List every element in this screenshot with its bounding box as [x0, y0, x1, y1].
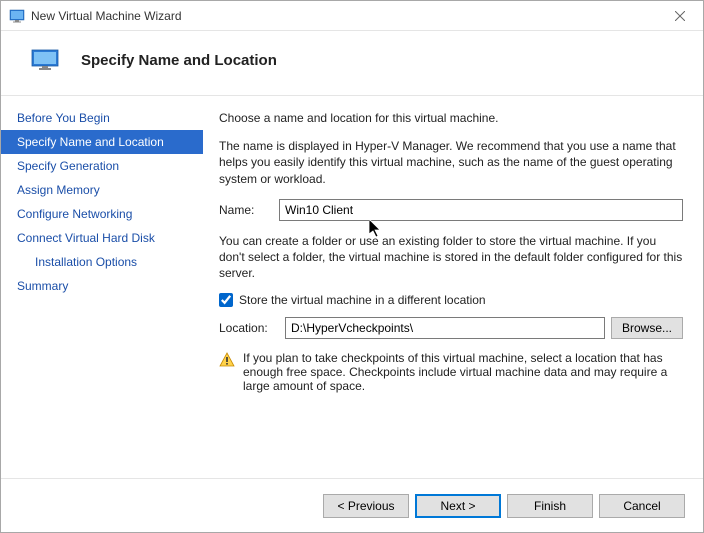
titlebar: New Virtual Machine Wizard [1, 1, 703, 31]
store-checkbox-row: Store the virtual machine in a different… [219, 293, 683, 307]
wizard-steps-sidebar: Before You Begin Specify Name and Locati… [1, 96, 203, 478]
location-row: Location: Browse... [219, 317, 683, 339]
finish-button[interactable]: Finish [507, 494, 593, 518]
warning-row: If you plan to take checkpoints of this … [219, 351, 683, 393]
app-icon [9, 8, 25, 24]
vm-icon [31, 49, 59, 71]
warning-icon [219, 352, 235, 368]
step-summary[interactable]: Summary [1, 274, 203, 298]
close-icon [675, 11, 685, 21]
intro-text: Choose a name and location for this virt… [219, 110, 683, 126]
main-panel: Choose a name and location for this virt… [203, 96, 703, 478]
name-label: Name: [219, 203, 279, 217]
step-configure-networking[interactable]: Configure Networking [1, 202, 203, 226]
location-label: Location: [219, 321, 279, 335]
step-connect-vhd[interactable]: Connect Virtual Hard Disk [1, 226, 203, 250]
page-title: Specify Name and Location [81, 52, 277, 69]
step-installation-options[interactable]: Installation Options [1, 250, 203, 274]
window-title: New Virtual Machine Wizard [31, 9, 657, 23]
warning-text: If you plan to take checkpoints of this … [243, 351, 683, 393]
next-button[interactable]: Next > [415, 494, 501, 518]
previous-button[interactable]: < Previous [323, 494, 409, 518]
step-specify-name-location[interactable]: Specify Name and Location [1, 130, 203, 154]
wizard-window: New Virtual Machine Wizard Specify Name … [0, 0, 704, 533]
folder-hint-text: You can create a folder or use an existi… [219, 233, 683, 282]
name-input[interactable] [279, 199, 683, 221]
store-checkbox-label: Store the virtual machine in a different… [239, 293, 486, 307]
wizard-header: Specify Name and Location [1, 31, 703, 95]
name-row: Name: [219, 199, 683, 221]
name-hint-text: The name is displayed in Hyper-V Manager… [219, 138, 683, 187]
close-button[interactable] [657, 1, 703, 31]
wizard-footer: < Previous Next > Finish Cancel [1, 478, 703, 532]
step-specify-generation[interactable]: Specify Generation [1, 154, 203, 178]
store-checkbox[interactable] [219, 293, 233, 307]
step-before-you-begin[interactable]: Before You Begin [1, 106, 203, 130]
browse-button[interactable]: Browse... [611, 317, 683, 339]
location-input[interactable] [285, 317, 605, 339]
step-assign-memory[interactable]: Assign Memory [1, 178, 203, 202]
content-area: Before You Begin Specify Name and Locati… [1, 95, 703, 478]
cancel-button[interactable]: Cancel [599, 494, 685, 518]
